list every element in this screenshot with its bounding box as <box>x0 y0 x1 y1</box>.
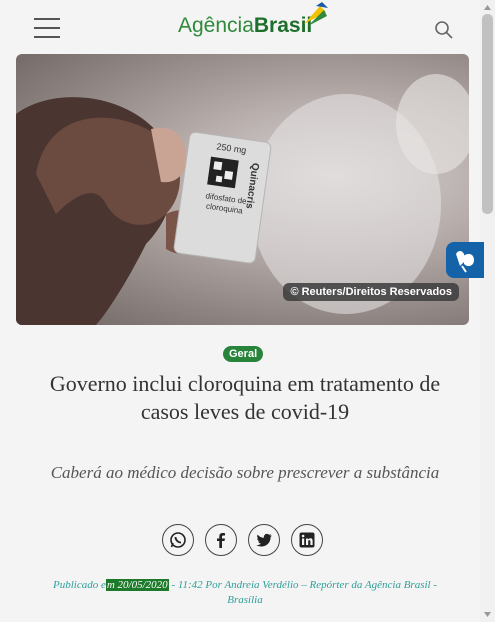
scroll-down-arrow-icon[interactable] <box>483 610 492 619</box>
whatsapp-icon <box>170 532 186 548</box>
facebook-icon <box>217 533 225 548</box>
share-whatsapp-button[interactable] <box>162 524 194 556</box>
libras-hands-icon <box>456 251 474 273</box>
article-subtitle: Caberá ao médico decisão sobre prescreve… <box>50 463 440 482</box>
site-header: AgênciaBrasil <box>0 0 480 58</box>
scrollbar-thumb[interactable] <box>482 14 493 214</box>
category-tag[interactable]: Geral <box>223 346 264 362</box>
share-buttons <box>162 524 323 556</box>
share-facebook-button[interactable] <box>205 524 237 556</box>
share-linkedin-button[interactable] <box>291 524 323 556</box>
accessibility-libras-button[interactable] <box>446 242 484 278</box>
article-title: Governo inclui cloroquina em tratamento … <box>49 371 441 424</box>
search-icon[interactable] <box>434 20 454 40</box>
logo-text-agencia: Agência <box>178 14 254 37</box>
byline-prefix: Publicado e <box>52 579 106 591</box>
hero-image: 250 mg Quinacris difosfato de cloroquina… <box>16 54 469 325</box>
scrollbar[interactable] <box>480 0 495 622</box>
brazil-flag-icon <box>304 2 328 26</box>
scroll-up-arrow-icon[interactable] <box>483 3 492 12</box>
byline-date-highlight: m 20/05/2020 <box>105 579 169 591</box>
twitter-icon <box>256 533 272 547</box>
article-byline: Publicado em 20/05/2020 - 11:42 Por Andr… <box>40 578 450 608</box>
site-logo[interactable]: AgênciaBrasil <box>178 10 312 42</box>
byline-author: - 11:42 Por Andreia Verdélio – Repórter … <box>168 579 437 606</box>
hamburger-menu-icon[interactable] <box>34 18 60 38</box>
share-twitter-button[interactable] <box>248 524 280 556</box>
photo-credit: © Reuters/Direitos Reservados <box>283 283 459 301</box>
linkedin-icon <box>299 532 315 548</box>
